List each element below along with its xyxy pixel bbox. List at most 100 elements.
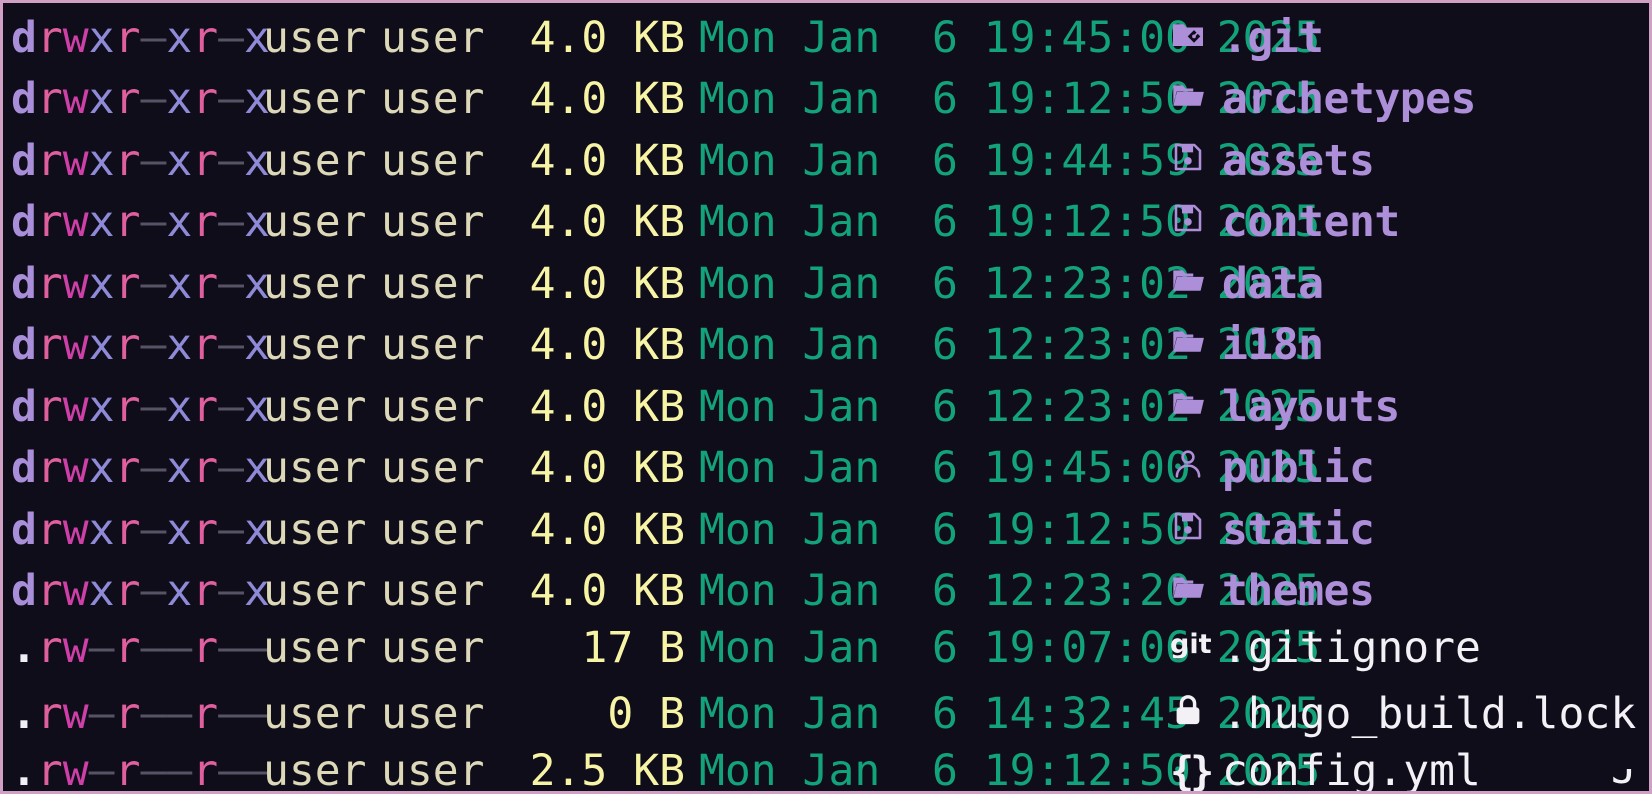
file-row[interactable]: drwxr—xr—x user user 4.0 KB Mon Jan 6 19:12:… (3, 65, 1649, 127)
perm-char: x (166, 443, 193, 494)
permissions-cell: .rw—r——r—— (3, 741, 270, 794)
file-row[interactable]: drwxr—xr—x user user 4.0 KB Mon Jan 6 12:23:… (3, 311, 1649, 373)
braces-icon: {} (1170, 741, 1222, 791)
perm-char: r (192, 258, 219, 309)
perm-char: r (192, 566, 219, 617)
group-cell: user (381, 320, 485, 371)
file-name-cell[interactable]: data (1222, 254, 1649, 316)
perm-char: d (11, 135, 37, 186)
perm-char: x (166, 566, 193, 617)
perm-char: — (218, 12, 245, 63)
file-name-cell[interactable]: static (1222, 500, 1649, 562)
size-cell: 4.0 KB (529, 197, 685, 248)
perm-char: x (88, 381, 115, 432)
file-name-cell[interactable]: .gitignore (1222, 618, 1649, 680)
perm-char: d (11, 320, 37, 371)
perm-char: r (36, 74, 63, 125)
perm-char: — (140, 135, 167, 186)
file-row[interactable]: .rw—r——r—— user user 2.5 KB Mon Jan 6 19:12:… (3, 741, 1649, 794)
modified-date-cell: Mon Jan 6 19:12:50 2025 (699, 197, 1321, 248)
git-folder-icon (1170, 3, 1222, 65)
perm-char: d (11, 566, 37, 617)
perm-char: x (88, 566, 115, 617)
perm-char: x (88, 443, 115, 494)
owner-cell: user (263, 381, 367, 432)
perm-char: — (218, 74, 245, 125)
perm-char: x (88, 74, 115, 125)
folder-icon (1170, 311, 1222, 373)
file-name-cell[interactable]: .git (1222, 8, 1649, 70)
group-cell: user (381, 258, 485, 309)
file-name-cell[interactable]: archetypes (1222, 69, 1649, 131)
file-name-cell[interactable]: content (1222, 192, 1649, 254)
terminal-window[interactable]: drwxr—xr—x user user 4.0 KB Mon Jan 6 19:45:… (0, 0, 1652, 794)
floppy-disk-icon (1170, 188, 1222, 250)
perm-char: r (114, 443, 141, 494)
perm-char: — (140, 320, 167, 371)
perm-char: — (140, 258, 167, 309)
file-name-cell[interactable]: config.yml (1222, 741, 1649, 791)
file-row[interactable]: drwxr—xr—x user user 4.0 KB Mon Jan 6 19:12:… (3, 188, 1649, 250)
file-row[interactable]: drwxr—xr—x user user 4.0 KB Mon Jan 6 19:45:… (3, 434, 1649, 496)
perm-char: d (11, 197, 37, 248)
file-row[interactable]: drwxr—xr—x user user 4.0 KB Mon Jan 6 19:12:… (3, 495, 1649, 557)
perm-char: x (166, 381, 193, 432)
perm-char: — (88, 689, 115, 740)
file-row[interactable]: drwxr—xr—x user user 4.0 KB Mon Jan 6 12:23:… (3, 249, 1649, 311)
perm-char: r (36, 623, 63, 673)
group-cell: user (381, 689, 485, 740)
modified-date-cell: Mon Jan 6 14:32:45 2025 (699, 689, 1321, 740)
size-cell: 0 B (607, 689, 685, 740)
folder-icon-glyph (1170, 262, 1206, 298)
file-name-cell[interactable]: .hugo_build.lock (1222, 684, 1649, 746)
perm-char: r (114, 746, 141, 794)
file-row[interactable]: .rw—r——r—— user user 0 B Mon Jan 6 14:32:45 … (3, 680, 1649, 742)
file-name-cell[interactable]: themes (1222, 561, 1649, 623)
file-name-cell[interactable]: layouts (1222, 377, 1649, 439)
owner-cell: user (263, 623, 367, 673)
perm-char: — (218, 320, 245, 371)
group-cell: user (381, 746, 485, 794)
perm-char: — (140, 197, 167, 248)
perm-char: w (62, 746, 89, 794)
file-name-cell[interactable]: assets (1222, 131, 1649, 193)
perm-char: r (36, 443, 63, 494)
perm-char: — (140, 504, 167, 555)
owner-cell: user (263, 443, 367, 494)
size-cell: 4.0 KB (529, 258, 685, 309)
perm-char: r (192, 197, 219, 248)
file-row[interactable]: drwxr—xr—x user user 4.0 KB Mon Jan 6 19:45:… (3, 3, 1649, 65)
size-cell: 4.0 KB (529, 74, 685, 125)
file-row[interactable]: drwxr—xr—x user user 4.0 KB Mon Jan 6 12:23:… (3, 557, 1649, 619)
perm-char: — (218, 443, 245, 494)
perm-char: x (88, 504, 115, 555)
file-row[interactable]: drwxr—xr—x user user 4.0 KB Mon Jan 6 12:23:… (3, 372, 1649, 434)
perm-char: x (88, 12, 115, 63)
perm-char: w (62, 74, 89, 125)
perm-char: — (166, 689, 193, 740)
lock-icon-glyph (1170, 692, 1206, 728)
perm-char: r (114, 135, 141, 186)
perm-char: r (192, 504, 219, 555)
group-cell: user (381, 504, 485, 555)
file-row[interactable]: drwxr—xr—x user user 4.0 KB Mon Jan 6 19:44:… (3, 126, 1649, 188)
size-cell: 4.0 KB (529, 135, 685, 186)
file-name-cell[interactable]: public (1222, 438, 1649, 500)
perm-char: — (88, 623, 115, 673)
folder-icon-glyph (1170, 569, 1206, 605)
perm-char: x (166, 504, 193, 555)
owner-cell: user (263, 320, 367, 371)
modified-date-cell: Mon Jan 6 12:23:20 2025 (699, 566, 1321, 617)
perm-char: r (36, 689, 63, 740)
owner-cell: user (263, 74, 367, 125)
perm-char: x (166, 258, 193, 309)
group-cell: user (381, 566, 485, 617)
perm-char: w (62, 135, 89, 186)
file-row[interactable]: .rw—r——r—— user user 17 B Mon Jan 6 19:07:06… (3, 618, 1649, 680)
modified-date-cell: Mon Jan 6 19:44:59 2025 (699, 135, 1321, 186)
perm-char: r (36, 12, 63, 63)
perm-char: — (140, 381, 167, 432)
modified-date-cell: Mon Jan 6 19:12:50 2025 (699, 746, 1321, 794)
owner-cell: user (263, 689, 367, 740)
file-name-cell[interactable]: i18n (1222, 315, 1649, 377)
